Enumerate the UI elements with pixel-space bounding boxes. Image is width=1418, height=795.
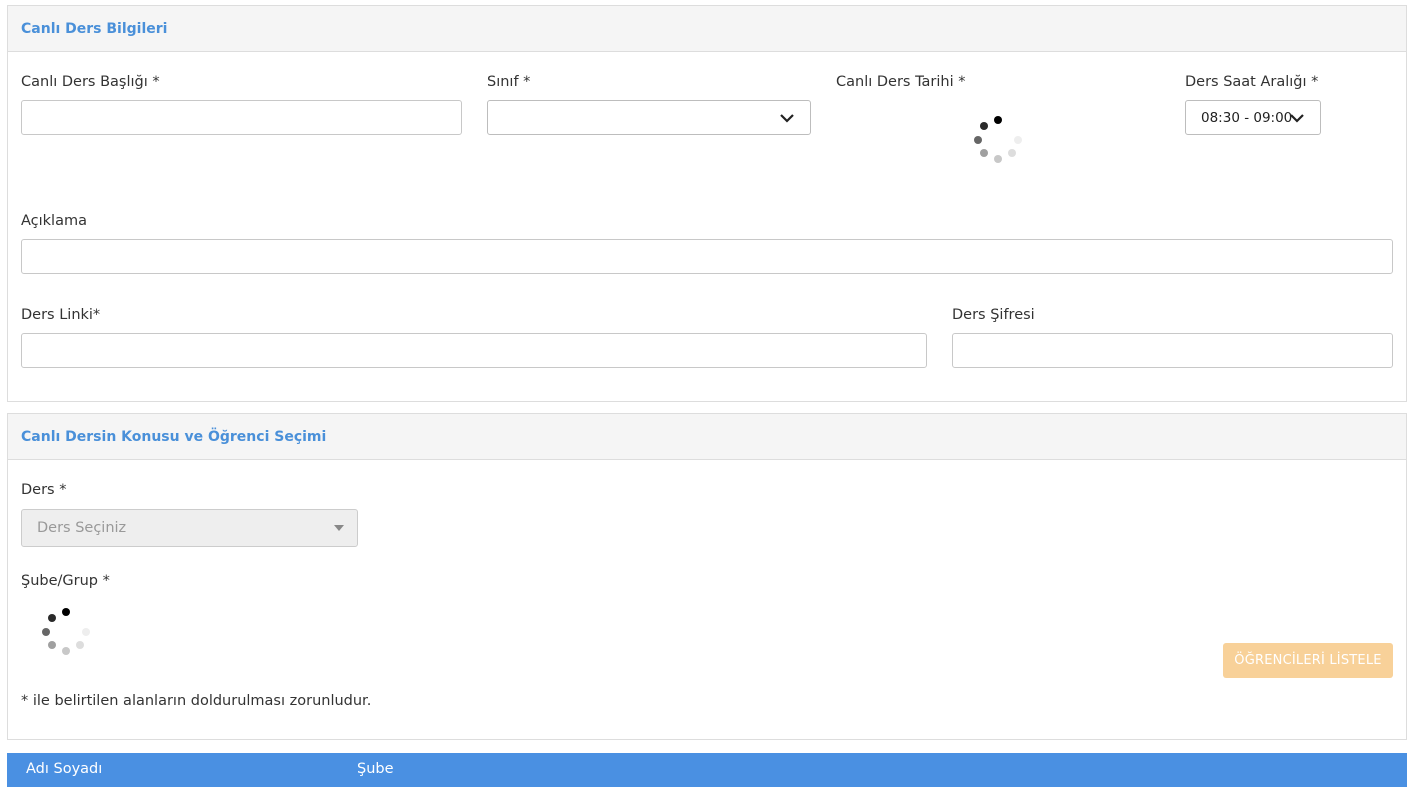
list-students-button[interactable]: ÖĞRENCİLERİ LİSTELE [1223, 643, 1393, 678]
column-header-branch: Şube [357, 761, 394, 777]
lesson-title-input[interactable] [21, 100, 462, 135]
lesson-password-label: Ders Şifresi [952, 307, 1035, 323]
time-range-select[interactable]: 08:30 - 09:00 [1185, 100, 1321, 135]
panel-title: Canlı Ders Bilgileri [21, 20, 168, 37]
panel-header: Canlı Ders Bilgileri [8, 6, 1406, 52]
caret-down-icon [334, 525, 344, 531]
loading-spinner-icon [973, 115, 1023, 165]
lesson-topic-student-panel: Canlı Dersin Konusu ve Öğrenci Seçimi [7, 413, 1407, 740]
panel-header: Canlı Dersin Konusu ve Öğrenci Seçimi [8, 414, 1406, 460]
class-label: Sınıf * [487, 74, 531, 90]
course-select-placeholder: Ders Seçiniz [37, 520, 127, 536]
class-select[interactable] [487, 100, 811, 135]
students-table-header: Adı Soyadı Şube [7, 753, 1407, 787]
lesson-title-label: Canlı Ders Başlığı * [21, 74, 160, 90]
lesson-link-input[interactable] [21, 333, 927, 368]
group-label: Şube/Grup * [21, 573, 110, 589]
lesson-password-input[interactable] [952, 333, 1393, 368]
loading-spinner-icon [41, 607, 91, 657]
course-select[interactable]: Ders Seçiniz [21, 509, 358, 547]
description-input[interactable] [21, 239, 1393, 274]
chevron-down-icon [780, 114, 794, 123]
lesson-link-label: Ders Linki* [21, 307, 101, 323]
time-range-label: Ders Saat Aralığı * [1185, 74, 1319, 90]
panel-title: Canlı Dersin Konusu ve Öğrenci Seçimi [21, 428, 327, 445]
course-label: Ders * [21, 482, 67, 498]
required-fields-note: * ile belirtilen alanların doldurulması … [21, 693, 372, 709]
date-label: Canlı Ders Tarihi * [836, 74, 966, 90]
time-range-value: 08:30 - 09:00 [1201, 110, 1293, 126]
chevron-down-icon [1290, 114, 1304, 123]
description-label: Açıklama [21, 213, 87, 229]
column-header-name: Adı Soyadı [26, 761, 103, 777]
